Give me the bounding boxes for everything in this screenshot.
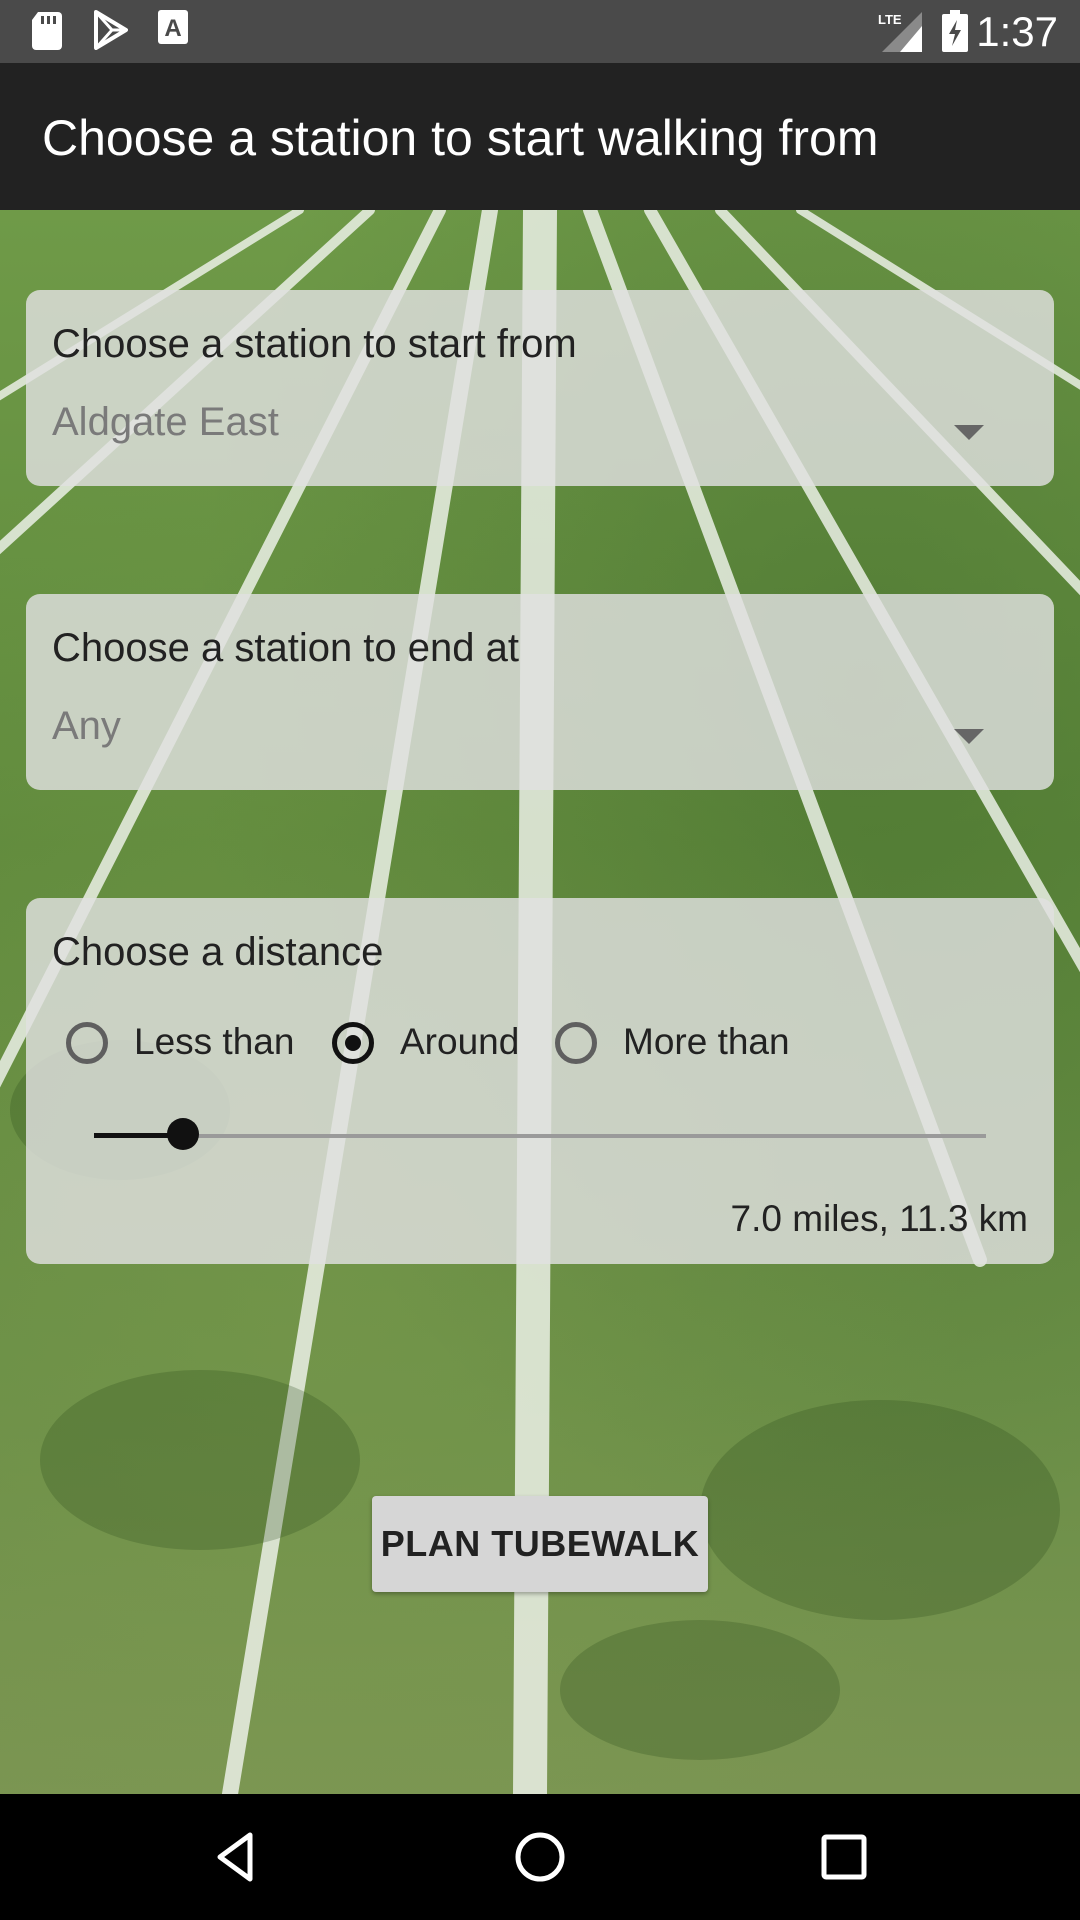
dropdown-arrow-icon: [954, 729, 984, 744]
recents-icon[interactable]: [814, 1827, 874, 1887]
plan-tubewalk-button[interactable]: PLAN TUBEWALK: [372, 1496, 708, 1592]
radio-label: Around: [400, 1021, 520, 1062]
a-font-icon: A: [158, 10, 188, 44]
radio-more-than[interactable]: More than: [555, 1018, 815, 1078]
radio-less-than[interactable]: Less than: [66, 1018, 316, 1078]
back-icon[interactable]: [206, 1827, 266, 1887]
start-station-card: Choose a station to start from Aldgate E…: [26, 290, 1054, 486]
home-icon[interactable]: [510, 1827, 570, 1887]
radio-unchecked-icon: [66, 1022, 108, 1064]
end-station-label: Choose a station to end at: [52, 626, 519, 670]
svg-text:A: A: [164, 15, 181, 42]
radio-label: Less than: [134, 1021, 295, 1062]
slider-thumb[interactable]: [167, 1118, 199, 1150]
sd-card-icon: [32, 12, 62, 50]
clock: 1:37: [976, 8, 1058, 55]
end-station-dropdown[interactable]: Any: [26, 694, 1054, 784]
distance-slider[interactable]: [94, 1118, 986, 1150]
distance-readout: 7.0 miles, 11.3 km: [730, 1198, 1028, 1239]
start-station-label: Choose a station to start from: [52, 322, 577, 366]
navigation-bar: [0, 1794, 1080, 1920]
app-bar: Choose a station to start walking from: [0, 63, 1080, 210]
status-bar: A LTE 1:37: [0, 0, 1080, 63]
signal-icon: LTE: [878, 12, 922, 52]
radio-around[interactable]: Around: [332, 1018, 532, 1078]
play-store-icon: [94, 10, 128, 50]
start-station-dropdown[interactable]: Aldgate East: [26, 390, 1054, 480]
end-station-card: Choose a station to end at Any: [26, 594, 1054, 790]
distance-card: Choose a distance Less than Around More …: [26, 898, 1054, 1264]
distance-label: Choose a distance: [52, 930, 384, 974]
dropdown-arrow-icon: [954, 425, 984, 440]
page-title: Choose a station to start walking from: [42, 110, 879, 166]
battery-charging-icon: [942, 10, 968, 52]
screen: A LTE 1:37 Choose a station to start wal…: [0, 0, 1080, 1920]
start-station-value: Aldgate East: [52, 400, 279, 444]
radio-checked-icon: [332, 1022, 374, 1064]
network-type-label: LTE: [878, 12, 902, 27]
radio-label: More than: [623, 1021, 790, 1062]
radio-unchecked-icon: [555, 1022, 597, 1064]
end-station-value: Any: [52, 704, 121, 748]
